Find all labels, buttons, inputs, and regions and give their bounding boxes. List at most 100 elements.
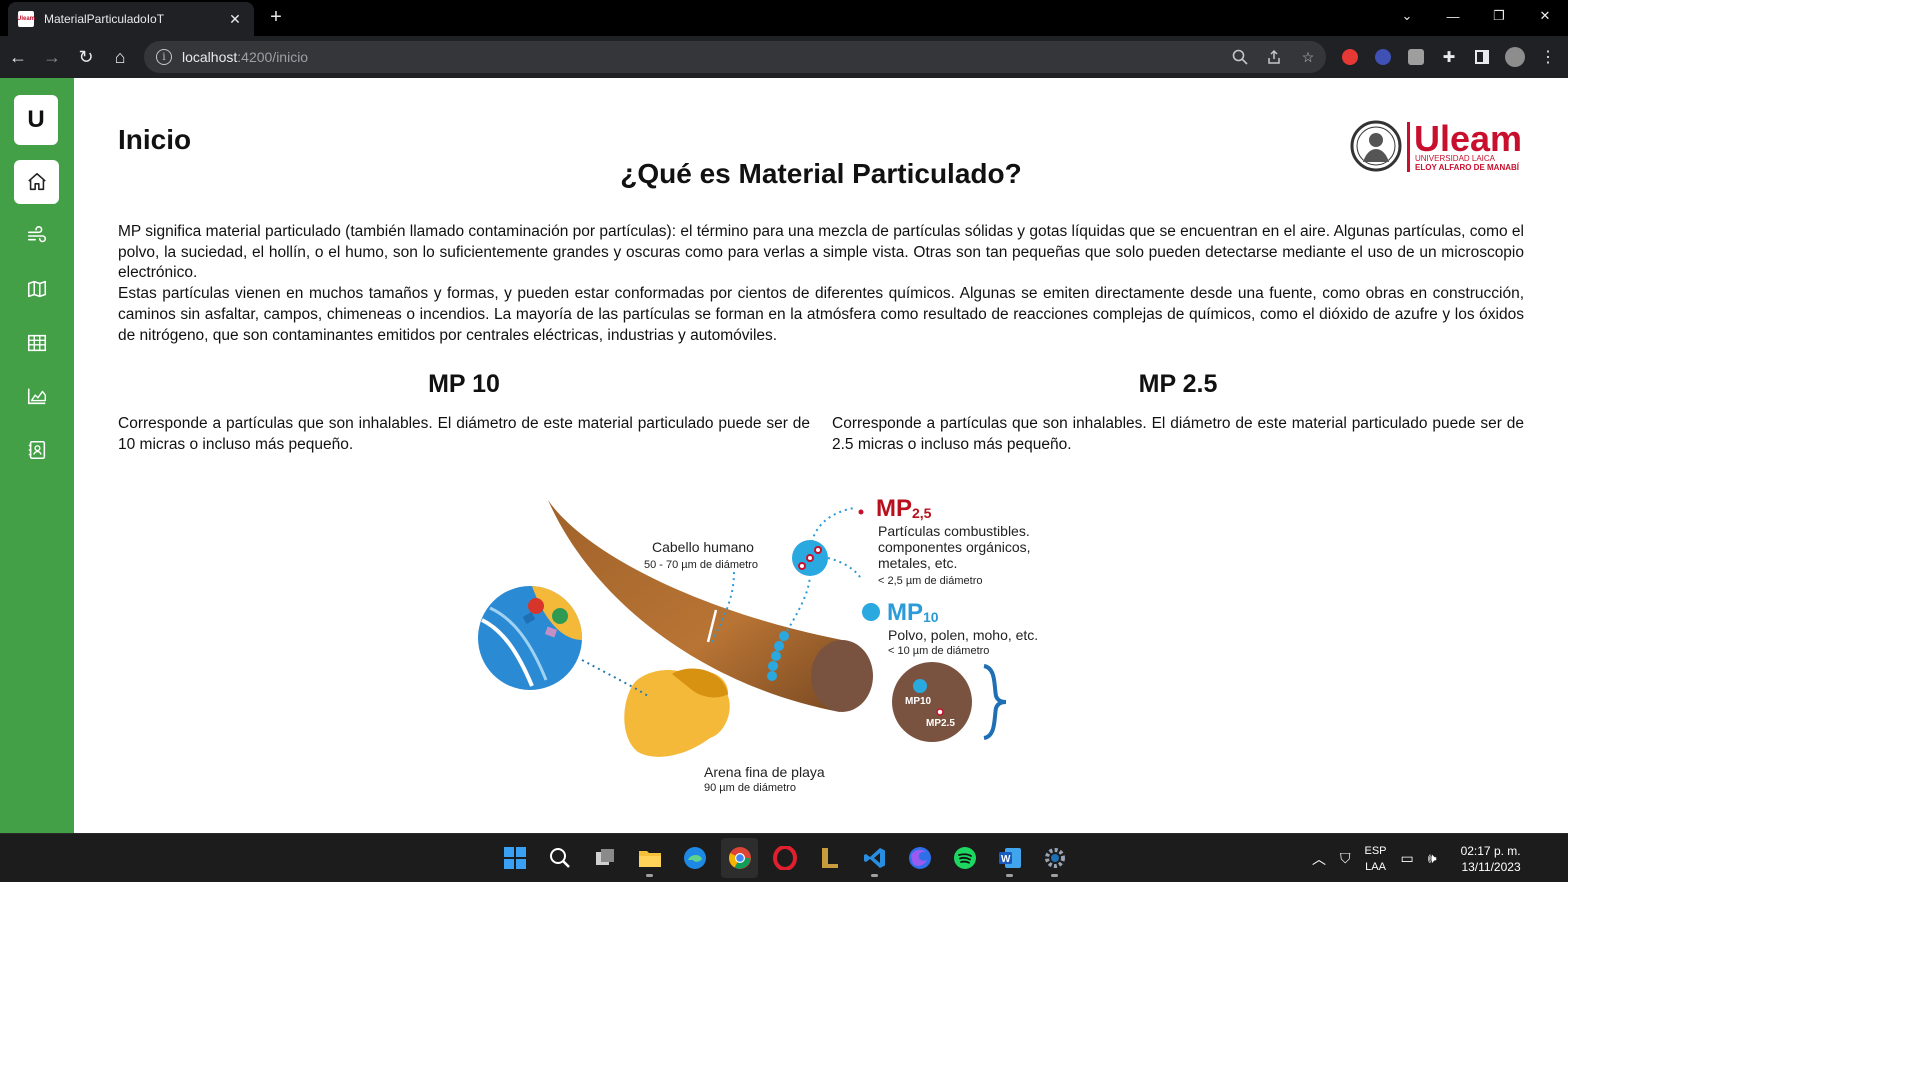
reload-button[interactable]: ↻	[70, 41, 102, 73]
search-icon[interactable]	[541, 838, 578, 878]
pm25-zoom-circle	[792, 540, 828, 576]
intro-text: MP significa material particulado (tambi…	[118, 222, 1524, 346]
intro-paragraph-2: Estas partículas vienen en muchos tamaño…	[118, 285, 1524, 344]
table-icon	[27, 334, 46, 352]
sidebar-item-home[interactable]	[14, 160, 59, 204]
security-shield-icon[interactable]: ⛉	[1340, 850, 1351, 867]
svg-text:< 2,5 µm de diámetro: < 2,5 µm de diámetro	[878, 575, 982, 587]
side-panel-icon[interactable]	[1470, 40, 1494, 74]
clock[interactable]: 02:17 p. m. 13/11/2023	[1461, 843, 1521, 875]
svg-text:MP2.5: MP2.5	[926, 718, 955, 729]
league-icon[interactable]	[811, 838, 848, 878]
air-flow-icon	[27, 226, 46, 243]
word-icon[interactable]: W	[991, 838, 1028, 878]
url-text[interactable]: localhost:4200/inicio	[182, 49, 308, 65]
svg-text:< 10 µm de diámetro: < 10 µm de diámetro	[888, 645, 989, 657]
firefox-icon[interactable]	[901, 838, 938, 878]
svg-text:Polvo, polen, moho, etc.: Polvo, polen, moho, etc.	[888, 627, 1038, 643]
tab-search-icon[interactable]: ⌄	[1384, 0, 1430, 32]
browser-tab[interactable]: Uleam MaterialParticuladoIoT ✕	[8, 2, 254, 36]
window-controls: ⌄ — ❐ ✕	[1384, 0, 1568, 32]
mp10-sub-label: 10	[923, 609, 939, 625]
extensions-area: ✚ ⋮	[1338, 40, 1560, 74]
mp25-sub-label: 2,5	[912, 505, 932, 521]
volume-icon[interactable]: 🕪	[1428, 850, 1437, 867]
restore-button[interactable]: ❐	[1476, 0, 1522, 32]
svg-text:componentes orgánicos,: componentes orgánicos,	[878, 539, 1031, 555]
bookmark-star-icon[interactable]: ☆	[1298, 47, 1318, 67]
particle-size-illustration: Cabello humano 50 - 70 µm de diámetro MP…	[478, 495, 1038, 794]
contact-card-icon	[28, 440, 45, 460]
browser-toolbar: ← → ↻ ⌂ i localhost:4200/inicio ☆ ✚ ⋮	[0, 36, 1568, 78]
map-icon	[27, 280, 46, 298]
close-window-button[interactable]: ✕	[1522, 0, 1568, 32]
mp10-section: MP 10 Corresponde a partículas que son i…	[118, 370, 810, 455]
adblock-extension-icon[interactable]	[1338, 40, 1362, 74]
sidebar-item-table[interactable]	[14, 321, 59, 365]
taskbar-apps: W	[496, 838, 1073, 878]
hair-label: Cabello humano	[652, 539, 754, 555]
mp25-section: MP 2.5 Corresponde a partículas que son …	[832, 370, 1524, 455]
svg-text:metales, etc.: metales, etc.	[878, 555, 957, 571]
browser-tab-bar: Uleam MaterialParticuladoIoT ✕ + ⌄ — ❐ ✕	[0, 0, 1568, 36]
home-icon	[27, 172, 46, 191]
mp25-heading: MP 2.5	[1138, 370, 1218, 398]
mp10-description: Corresponde a partículas que son inhalab…	[118, 415, 810, 453]
system-tray: ︿ ⛉ ESP LAA ▭ 🕪 02:17 p. m. 13/11/2023	[1312, 834, 1521, 883]
profile-avatar[interactable]	[1503, 40, 1527, 74]
brace-shape	[983, 664, 1007, 740]
mp25-label: MP	[876, 495, 912, 522]
sand-label: Arena fina de playa	[704, 764, 825, 780]
home-button[interactable]: ⌂	[104, 41, 136, 73]
forward-button[interactable]: →	[36, 41, 68, 73]
address-bar[interactable]: i localhost:4200/inicio ☆	[144, 41, 1326, 73]
task-view-icon[interactable]	[586, 838, 623, 878]
windows-start-icon[interactable]	[496, 838, 533, 878]
share-icon[interactable]	[1264, 47, 1284, 67]
windows-taskbar: W ︿ ⛉ ESP LAA ▭ 🕪 02:17 p. m. 13/11/2023	[0, 833, 1568, 882]
main-content: Inicio Uleam UNIVERSIDAD LAICA ELOY ALFA…	[74, 78, 1568, 833]
svg-text:Partículas combustibles.: Partículas combustibles.	[878, 523, 1030, 539]
menu-kebab-icon[interactable]: ⋮	[1536, 40, 1560, 74]
opera-icon[interactable]	[766, 838, 803, 878]
beach-scene-circle	[478, 586, 583, 690]
spotify-icon[interactable]	[946, 838, 983, 878]
svg-text:W: W	[1001, 854, 1011, 865]
sidebar-item-contact[interactable]	[14, 428, 59, 472]
page-title: Inicio	[118, 124, 192, 155]
size-comparison-circle: MP10 MP2.5	[892, 662, 972, 742]
chrome-icon[interactable]	[721, 838, 758, 878]
new-tab-button[interactable]: +	[264, 6, 288, 30]
app-logo[interactable]: U	[14, 95, 58, 145]
file-explorer-icon[interactable]	[631, 838, 668, 878]
sidebar-item-air[interactable]	[14, 214, 59, 258]
minimize-button[interactable]: —	[1430, 0, 1476, 32]
svg-text:MP10: MP10	[905, 696, 932, 707]
input-language[interactable]: ESP LAA	[1365, 843, 1387, 875]
sand-size-label: 90 µm de diámetro	[704, 782, 796, 794]
sidebar-item-map[interactable]	[14, 267, 59, 311]
close-tab-icon[interactable]: ✕	[226, 11, 244, 28]
zoom-icon[interactable]	[1230, 47, 1250, 67]
page-headline: ¿Qué es Material Particulado?	[620, 158, 1022, 189]
back-button[interactable]: ←	[2, 41, 34, 73]
svg-text:Uleam: Uleam	[1414, 118, 1522, 159]
screen-extension-icon[interactable]	[1404, 40, 1428, 74]
mp25-description: Corresponde a partículas que son inhalab…	[832, 415, 1524, 453]
edge-icon[interactable]	[676, 838, 713, 878]
tab-title: MaterialParticuladoIoT	[44, 12, 165, 26]
show-hidden-icons-icon[interactable]: ︿	[1312, 849, 1326, 869]
hair-cross-section	[811, 640, 873, 712]
uleam-favicon-icon: Uleam	[17, 11, 35, 27]
network-icon[interactable]: ▭	[1401, 850, 1414, 867]
chart-icon	[27, 388, 46, 405]
ghost-extension-icon[interactable]	[1371, 40, 1395, 74]
puzzle-extensions-icon[interactable]: ✚	[1437, 40, 1461, 74]
settings-icon[interactable]	[1036, 838, 1073, 878]
sidebar-item-chart[interactable]	[14, 374, 59, 418]
intro-paragraph-1: MP significa material particulado (tambi…	[118, 223, 1524, 282]
sidebar: U	[0, 78, 74, 833]
site-info-icon[interactable]: i	[156, 49, 172, 65]
vscode-icon[interactable]	[856, 838, 893, 878]
mp10-heading: MP 10	[428, 370, 500, 398]
